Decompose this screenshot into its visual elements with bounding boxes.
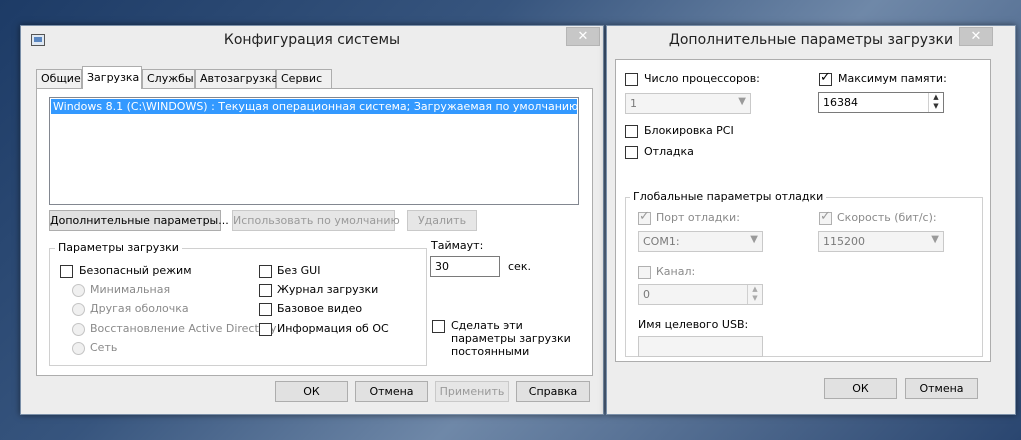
alt-shell-radio[interactable] xyxy=(72,303,85,316)
timeout-input[interactable]: 30 xyxy=(430,256,500,277)
baud-rate-label: Скорость (бит/с): xyxy=(837,211,937,224)
num-processors-select[interactable]: 1 ▼ xyxy=(625,93,751,114)
close-button[interactable]: ✕ xyxy=(566,27,600,46)
apply-button[interactable]: Применить xyxy=(435,381,509,402)
max-memory-input[interactable]: 16384 ▲ ▼ xyxy=(818,92,944,113)
tab-tools[interactable]: Сервис xyxy=(276,69,332,88)
debug-port-label: Порт отладки: xyxy=(656,211,740,224)
make-permanent-label: Сделать эти параметры загрузки постоянны… xyxy=(451,319,571,358)
window-title: Дополнительные параметры загрузки xyxy=(668,32,954,48)
window-title: Конфигурация системы xyxy=(223,32,401,48)
network-label: Сеть xyxy=(90,341,118,354)
spin-up-icon[interactable]: ▲ xyxy=(748,285,762,294)
num-processors-label: Число процессоров: xyxy=(644,72,760,85)
baud-rate-select[interactable]: 115200 ▼ xyxy=(818,231,944,252)
chevron-down-icon: ▼ xyxy=(931,234,939,245)
pci-lock-checkbox[interactable] xyxy=(625,125,638,138)
checkmark-icon: ✓ xyxy=(820,209,831,224)
debug-checkbox[interactable] xyxy=(625,146,638,159)
advanced-options-panel: Число процессоров: 1 ▼ ✓ Максимум памяти… xyxy=(615,59,991,362)
set-default-button[interactable]: Использовать по умолчанию xyxy=(232,210,400,231)
ad-repair-label: Восстановление Active Directory xyxy=(90,322,277,335)
cancel-button[interactable]: Отмена xyxy=(905,378,978,399)
boot-log-checkbox[interactable] xyxy=(259,284,272,297)
make-permanent-checkbox[interactable] xyxy=(432,320,445,333)
tab-strip: Общие Загрузка Службы Автозагрузка Серви… xyxy=(36,66,596,89)
safe-mode-checkbox[interactable] xyxy=(60,265,73,278)
boot-tab-panel: Windows 8.1 (C:\WINDOWS) : Текущая опера… xyxy=(36,88,593,376)
channel-label: Канал: xyxy=(656,265,696,278)
checkmark-icon: ✓ xyxy=(820,70,831,85)
checkmark-icon: ✓ xyxy=(639,209,650,224)
chevron-down-icon: ▼ xyxy=(738,96,746,107)
debug-port-checkbox[interactable]: ✓ xyxy=(638,209,651,225)
channel-spinner[interactable]: ▲ ▼ xyxy=(747,285,762,304)
delete-button[interactable]: Удалить xyxy=(407,210,477,231)
network-radio[interactable] xyxy=(72,342,85,355)
cancel-button[interactable]: Отмена xyxy=(355,381,428,402)
spin-down-icon[interactable]: ▼ xyxy=(748,294,762,303)
boot-options-title: Параметры загрузки xyxy=(55,241,182,254)
debug-port-select[interactable]: COM1: ▼ xyxy=(638,231,763,252)
channel-input[interactable]: 0 ▲ ▼ xyxy=(638,284,763,305)
timeout-unit: сек. xyxy=(508,260,531,273)
help-button[interactable]: Справка xyxy=(516,381,590,402)
spin-up-icon[interactable]: ▲ xyxy=(929,93,943,102)
base-video-label: Базовое видео xyxy=(277,302,363,315)
spin-down-icon[interactable]: ▼ xyxy=(929,102,943,111)
debug-label: Отладка xyxy=(644,145,694,158)
ok-button[interactable]: ОК xyxy=(824,378,897,399)
no-gui-label: Без GUI xyxy=(277,264,321,277)
boot-os-list[interactable]: Windows 8.1 (C:\WINDOWS) : Текущая опера… xyxy=(49,97,579,205)
global-debug-title: Глобальные параметры отладки xyxy=(630,190,827,203)
timeout-label: Таймаут: xyxy=(431,239,484,252)
close-button[interactable]: ✕ xyxy=(959,27,993,46)
os-info-checkbox[interactable] xyxy=(259,323,272,336)
no-gui-checkbox[interactable] xyxy=(259,265,272,278)
minimal-radio[interactable] xyxy=(72,284,85,297)
tab-general[interactable]: Общие xyxy=(36,69,82,88)
tab-services[interactable]: Службы xyxy=(142,69,195,88)
num-processors-checkbox[interactable] xyxy=(625,73,638,86)
tab-startup[interactable]: Автозагрузка xyxy=(195,69,278,88)
minimal-label: Минимальная xyxy=(90,283,171,296)
system-config-window: Конфигурация системы ✕ Общие Загрузка Сл… xyxy=(20,25,604,415)
os-info-label: Информация об ОС xyxy=(277,322,389,335)
pci-lock-label: Блокировка PCI xyxy=(644,124,734,137)
safe-mode-label: Безопасный режим xyxy=(79,264,192,277)
tab-boot[interactable]: Загрузка xyxy=(82,66,142,89)
usb-target-label: Имя целевого USB: xyxy=(638,318,749,331)
ok-button[interactable]: ОК xyxy=(275,381,348,402)
base-video-checkbox[interactable] xyxy=(259,303,272,316)
titlebar[interactable]: Дополнительные параметры загрузки ✕ xyxy=(607,26,1015,56)
advanced-options-button[interactable]: Дополнительные параметры... xyxy=(49,210,229,231)
baud-rate-checkbox[interactable]: ✓ xyxy=(819,209,832,225)
boot-os-entry[interactable]: Windows 8.1 (C:\WINDOWS) : Текущая опера… xyxy=(51,99,577,114)
max-memory-checkbox[interactable]: ✓ xyxy=(819,70,832,86)
max-memory-label: Максимум памяти: xyxy=(838,72,947,85)
alt-shell-label: Другая оболочка xyxy=(90,302,189,315)
channel-checkbox[interactable] xyxy=(638,266,651,279)
chevron-down-icon: ▼ xyxy=(750,234,758,245)
memory-spinner[interactable]: ▲ ▼ xyxy=(928,93,943,112)
titlebar[interactable]: Конфигурация системы ✕ xyxy=(21,26,603,56)
advanced-boot-options-window: Дополнительные параметры загрузки ✕ Числ… xyxy=(606,25,1016,415)
usb-target-input[interactable] xyxy=(638,336,763,357)
boot-log-label: Журнал загрузки xyxy=(277,283,379,296)
ad-repair-radio[interactable] xyxy=(72,323,85,336)
